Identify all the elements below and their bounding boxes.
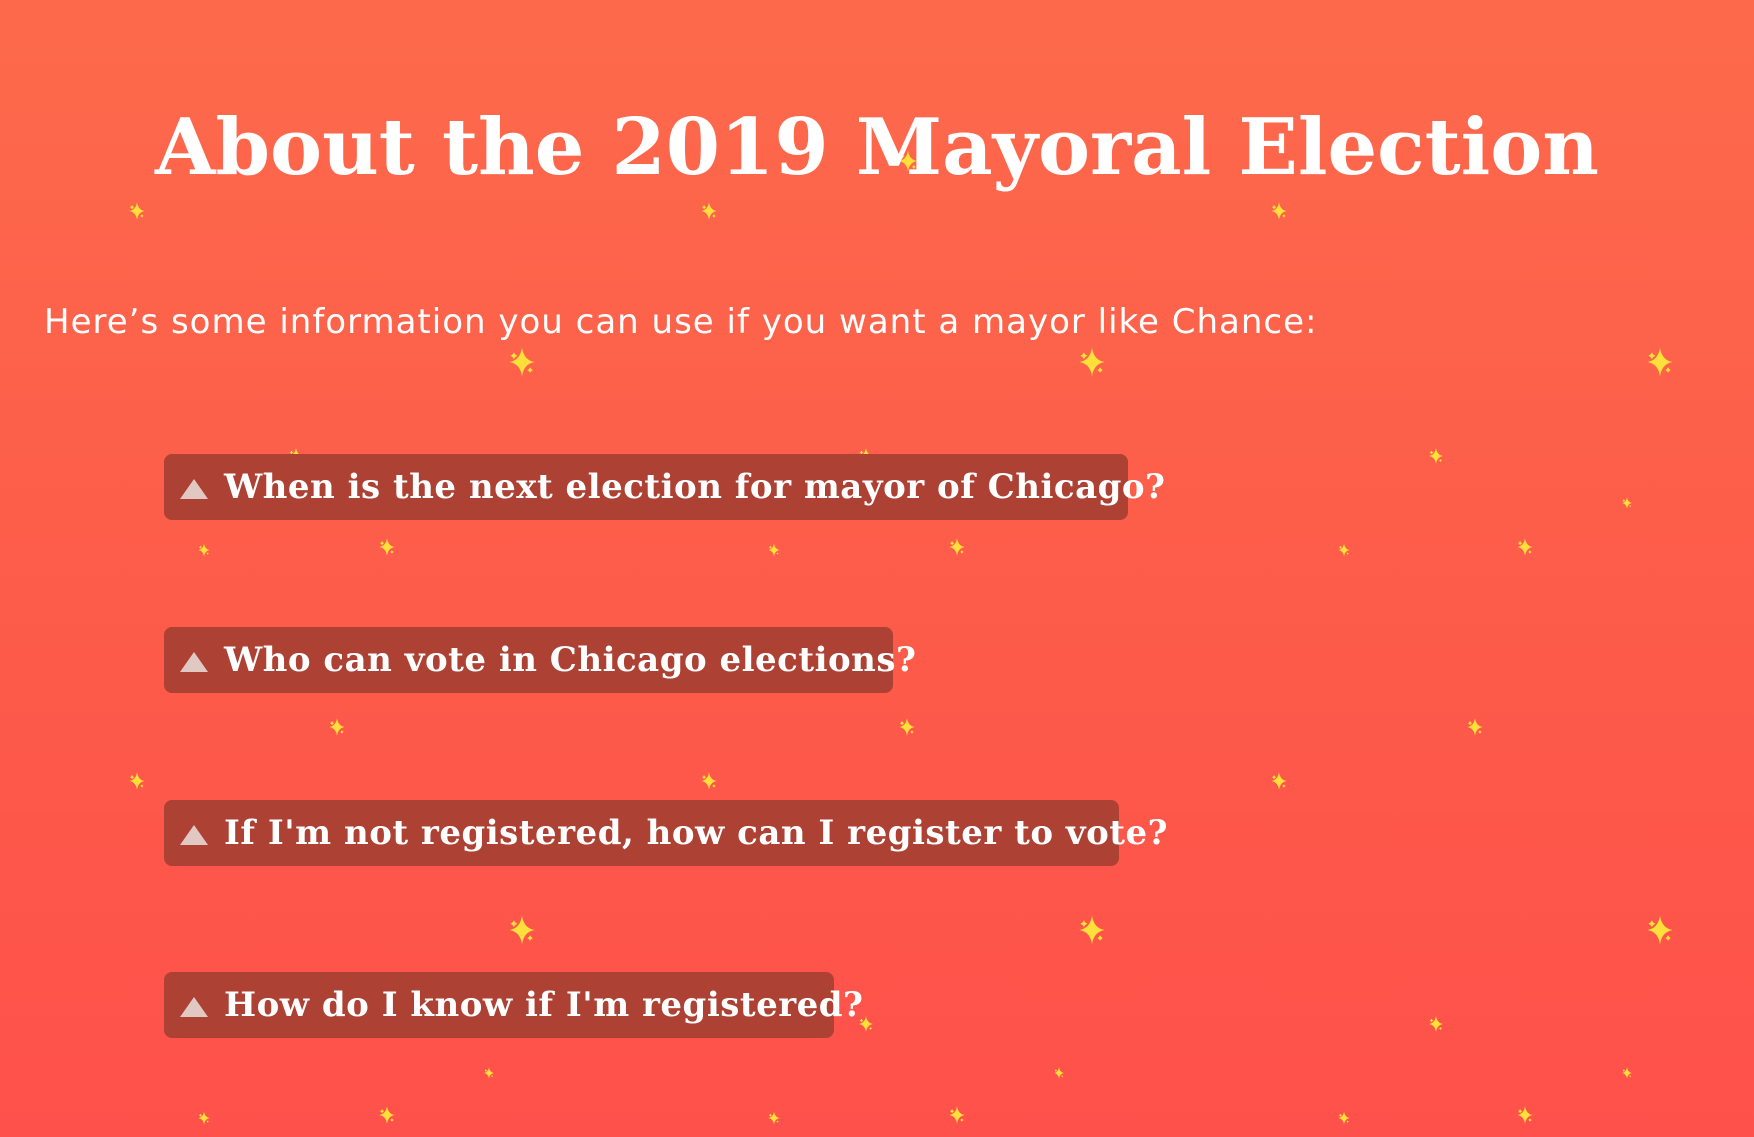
page-title: About the 2019 Mayoral Election <box>155 102 1599 193</box>
faq-question: If I'm not registered, how can I registe… <box>224 813 1169 853</box>
faq-question: When is the next election for mayor of C… <box>224 467 1166 507</box>
faq-toggle-next-election[interactable]: When is the next election for mayor of C… <box>164 454 1165 520</box>
triangle-up-icon <box>180 997 208 1017</box>
triangle-up-icon <box>180 825 208 845</box>
faq-toggle-how-to-register[interactable]: If I'm not registered, how can I registe… <box>164 800 1168 866</box>
intro-text: Here’s some information you can use if y… <box>44 302 1318 342</box>
triangle-up-icon <box>180 652 208 672</box>
faq-toggle-who-can-vote[interactable]: Who can vote in Chicago elections? <box>164 627 916 693</box>
triangle-up-icon <box>180 479 208 499</box>
faq-toggle-am-i-registered[interactable]: How do I know if I'm registered? <box>164 972 863 1038</box>
faq-question: Who can vote in Chicago elections? <box>224 640 917 680</box>
faq-question: How do I know if I'm registered? <box>224 985 864 1025</box>
